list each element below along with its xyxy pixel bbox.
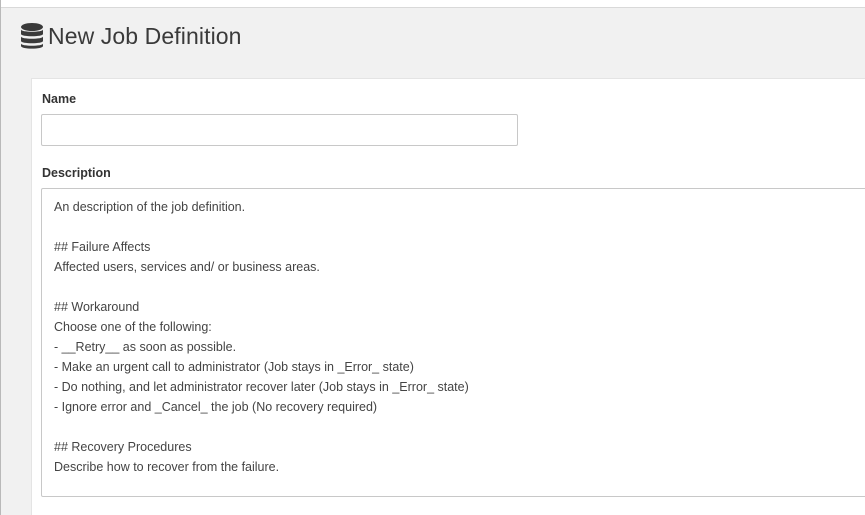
description-textarea[interactable]: An description of the job definition. ## … — [41, 188, 865, 497]
description-line: ## Workaround — [54, 300, 140, 314]
description-line — [54, 217, 865, 237]
description-line: ## Recovery Procedures — [54, 440, 192, 454]
description-line: Affected users, services and/ or busines… — [54, 260, 320, 274]
name-label: Name — [42, 92, 77, 106]
form-panel: Name Description An description of the j… — [31, 78, 865, 515]
description-line — [54, 277, 865, 297]
name-input[interactable] — [41, 114, 518, 146]
description-line: - __Retry__ as soon as possible. — [54, 340, 237, 354]
description-line: An description of the job definition. — [54, 200, 246, 214]
page-header: New Job Definition — [20, 20, 242, 52]
top-bar — [1, 0, 865, 8]
description-line: ## Failure Affects — [54, 240, 151, 254]
description-line: - Make an urgent call to administrator (… — [54, 360, 414, 374]
database-icon — [20, 22, 44, 50]
description-line: - Do nothing, and let administrator reco… — [54, 380, 469, 394]
description-line — [54, 417, 865, 437]
page: New Job Definition Name Description An d… — [0, 0, 865, 515]
left-divider — [0, 0, 1, 515]
description-line: - Ignore error and _Cancel_ the job (No … — [54, 400, 378, 414]
description-line: Describe how to recover from the failure… — [54, 460, 280, 474]
description-label: Description — [42, 166, 111, 180]
description-line: Choose one of the following: — [54, 320, 212, 334]
page-title: New Job Definition — [48, 22, 242, 49]
